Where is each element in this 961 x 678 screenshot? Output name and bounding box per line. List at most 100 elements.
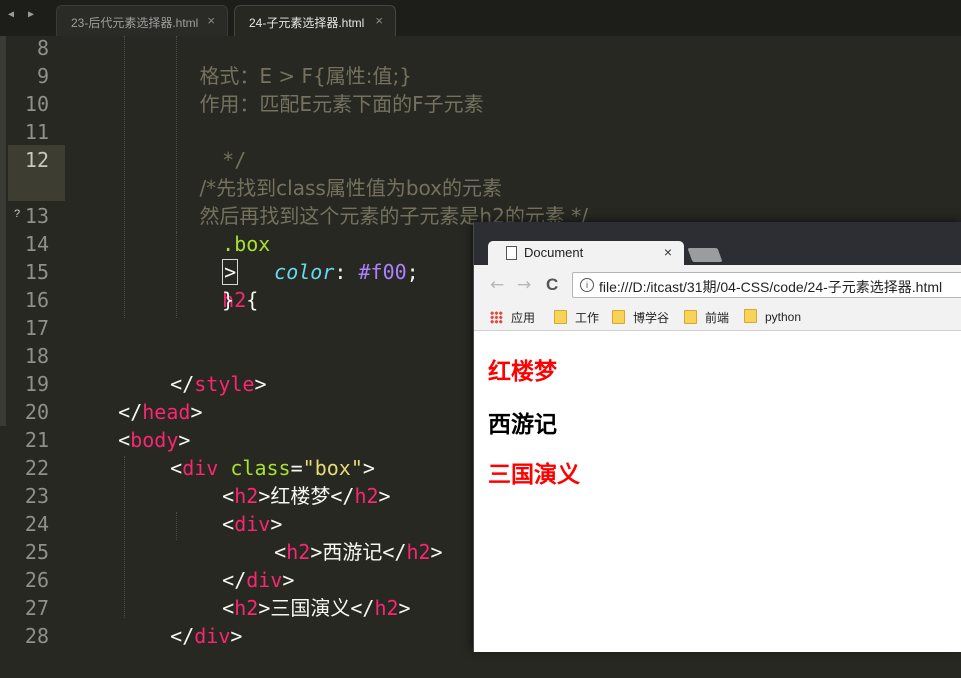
- code-line-11: */: [174, 118, 246, 172]
- address-bar[interactable]: i file:///D:/itcast/31期/04-CSS/code/24-子…: [572, 272, 961, 298]
- bookmark-frontend[interactable]: 前端: [684, 309, 729, 326]
- line-number: 19: [24, 372, 49, 396]
- line-number: 27: [24, 596, 49, 620]
- browser-toolbar: ← → C i file:///D:/itcast/31期/04-CSS/cod…: [474, 265, 961, 305]
- line-number: 22: [24, 456, 49, 480]
- close-icon[interactable]: ×: [664, 244, 672, 260]
- bracket: >: [258, 596, 271, 620]
- code-area[interactable]: 格式：E > F{属性:值;} 作用：匹配E元素下面的F子元素 */ /*先找到…: [70, 34, 588, 652]
- bracket: </: [350, 596, 375, 620]
- bookmark-label: 前端: [705, 311, 730, 325]
- code-line-12: /*先找到class属性值为box的元素: [174, 146, 502, 200]
- line-number: 21: [24, 428, 49, 452]
- code-line-13: .box > h2{: [174, 202, 270, 312]
- close-icon[interactable]: ×: [207, 13, 215, 28]
- url-text: file:///D:/itcast/31期/04-CSS/code/24-子元素…: [599, 279, 943, 295]
- line-number: 23: [24, 484, 49, 508]
- comment-text: 作用：匹配E元素下面的F子元素: [199, 92, 484, 116]
- info-icon[interactable]: i: [580, 278, 594, 292]
- bracket: >: [398, 596, 411, 620]
- line-number-gutter: 8 9 10 11 12 13 14 15 16 17 18 19 20 21 …: [0, 36, 66, 652]
- line-number: 13: [24, 204, 49, 228]
- text-content: 西游记: [322, 540, 383, 564]
- line-number: 26: [24, 568, 49, 592]
- bookmark-python[interactable]: python: [744, 309, 801, 324]
- editor-tab-23[interactable]: 23-后代元素选择器.html ×: [56, 5, 228, 36]
- bracket: >: [378, 484, 391, 508]
- heading-hongloumeng: 红楼梦: [488, 359, 557, 385]
- code-line-26: <h2>三国演义</h2>: [174, 566, 410, 620]
- line-number: 8: [36, 36, 49, 60]
- line-number: 14: [24, 232, 49, 256]
- line-number: 9: [36, 64, 49, 88]
- editor-tab-bar: ◀ ▶ 23-后代元素选择器.html × 24-子元素选择器.html ×: [0, 0, 961, 36]
- tag-name: style: [194, 372, 255, 396]
- back-arrow-icon[interactable]: ←: [490, 275, 504, 295]
- line-number: 11: [24, 120, 49, 144]
- bookmark-label: 博学谷: [633, 311, 670, 325]
- tab-label: 24-子元素选择器.html: [249, 16, 365, 30]
- code-line-12-cont: 然后再找到这个元素的子元素是h2的元素 */: [174, 174, 588, 228]
- bracket: >: [310, 540, 323, 564]
- close-icon[interactable]: ×: [375, 13, 383, 28]
- folder-icon: [554, 310, 567, 324]
- bookmark-label: 应用: [511, 311, 536, 325]
- line-number: 24: [24, 512, 49, 536]
- line-number: 25: [24, 540, 49, 564]
- tab-scroll-arrows[interactable]: ◀ ▶: [8, 9, 38, 20]
- code-line-23: <div>: [174, 482, 282, 536]
- folder-icon: [612, 310, 625, 324]
- code-line-21: <div class="box">: [122, 426, 375, 480]
- bracket: >: [254, 372, 267, 396]
- code-line-8: 格式：E > F{属性:值;}: [174, 34, 412, 88]
- code-line-24: <h2>西游记</h2>: [226, 510, 442, 564]
- tag-name: h2: [406, 540, 431, 564]
- line-number: 20: [24, 400, 49, 424]
- tag-name: h2: [354, 484, 379, 508]
- line-number: 12: [24, 148, 49, 172]
- bookmark-label: python: [765, 310, 802, 324]
- forward-arrow-icon[interactable]: →: [517, 275, 531, 295]
- text-content: 三国演义: [270, 596, 351, 620]
- apps-grid-icon: [490, 311, 503, 324]
- heading-sanguoyanyi: 三国演义: [488, 462, 580, 488]
- code-line-20: <body>: [70, 398, 190, 452]
- new-tab-button[interactable]: [687, 248, 723, 262]
- code-line-9: 作用：匹配E元素下面的F子元素: [174, 62, 483, 116]
- browser-titlebar: Document ×: [474, 222, 961, 265]
- line-number: 10: [24, 92, 49, 116]
- bracket: </: [330, 484, 355, 508]
- bookmark-apps[interactable]: 应用: [490, 309, 535, 326]
- bookmarks-bar: 应用 工作 博学谷 前端 python: [474, 305, 961, 331]
- semicolon: ;: [406, 260, 419, 284]
- modified-marker: ?: [14, 208, 21, 220]
- code-line-18: </style>: [122, 342, 266, 396]
- browser-tab-document[interactable]: Document ×: [488, 241, 684, 265]
- bookmark-boxuegu[interactable]: 博学谷: [612, 309, 669, 326]
- browser-tab-title: Document: [524, 245, 584, 260]
- page-content: 红楼梦 西游记 三国演义: [474, 331, 961, 652]
- bookmark-label: 工作: [575, 311, 600, 325]
- code-line-27: </div>: [122, 594, 242, 648]
- folder-icon: [744, 309, 757, 323]
- line-number: 28: [24, 624, 49, 648]
- line-number: 16: [24, 288, 49, 312]
- bracket: >: [430, 540, 443, 564]
- brace: }: [222, 288, 235, 312]
- code-line-14: color: #f00;: [226, 230, 419, 284]
- folder-icon: [684, 310, 697, 324]
- bracket: >: [190, 400, 203, 424]
- css-property: color: [274, 260, 335, 284]
- indent-guide: [124, 36, 125, 318]
- reload-icon[interactable]: C: [546, 275, 558, 295]
- code-line-25: </div>: [174, 538, 294, 592]
- code-line-19: </head>: [70, 370, 202, 424]
- line-number: 17: [24, 316, 49, 340]
- bracket: >: [230, 624, 243, 648]
- editor-tab-24-active[interactable]: 24-子元素选择器.html ×: [234, 5, 396, 36]
- css-value: #f00: [358, 260, 407, 284]
- colon: :: [334, 260, 359, 284]
- bookmark-work[interactable]: 工作: [554, 309, 599, 326]
- code-line-15: }: [174, 258, 234, 312]
- browser-window: Document × ← → C i file:///D:/itcast/31期…: [473, 222, 961, 652]
